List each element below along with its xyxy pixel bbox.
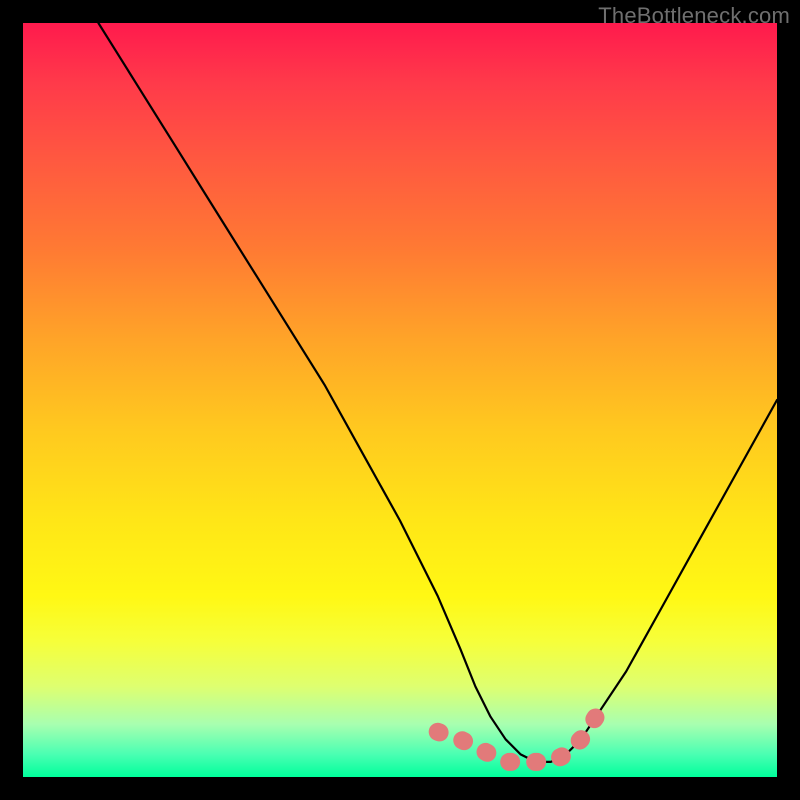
chart-svg bbox=[23, 23, 777, 777]
chart-frame: TheBottleneck.com bbox=[0, 0, 800, 800]
bottleneck-curve bbox=[98, 23, 777, 762]
plot-area bbox=[23, 23, 777, 777]
watermark-text: TheBottleneck.com bbox=[598, 3, 790, 29]
highlight-band bbox=[438, 717, 596, 762]
